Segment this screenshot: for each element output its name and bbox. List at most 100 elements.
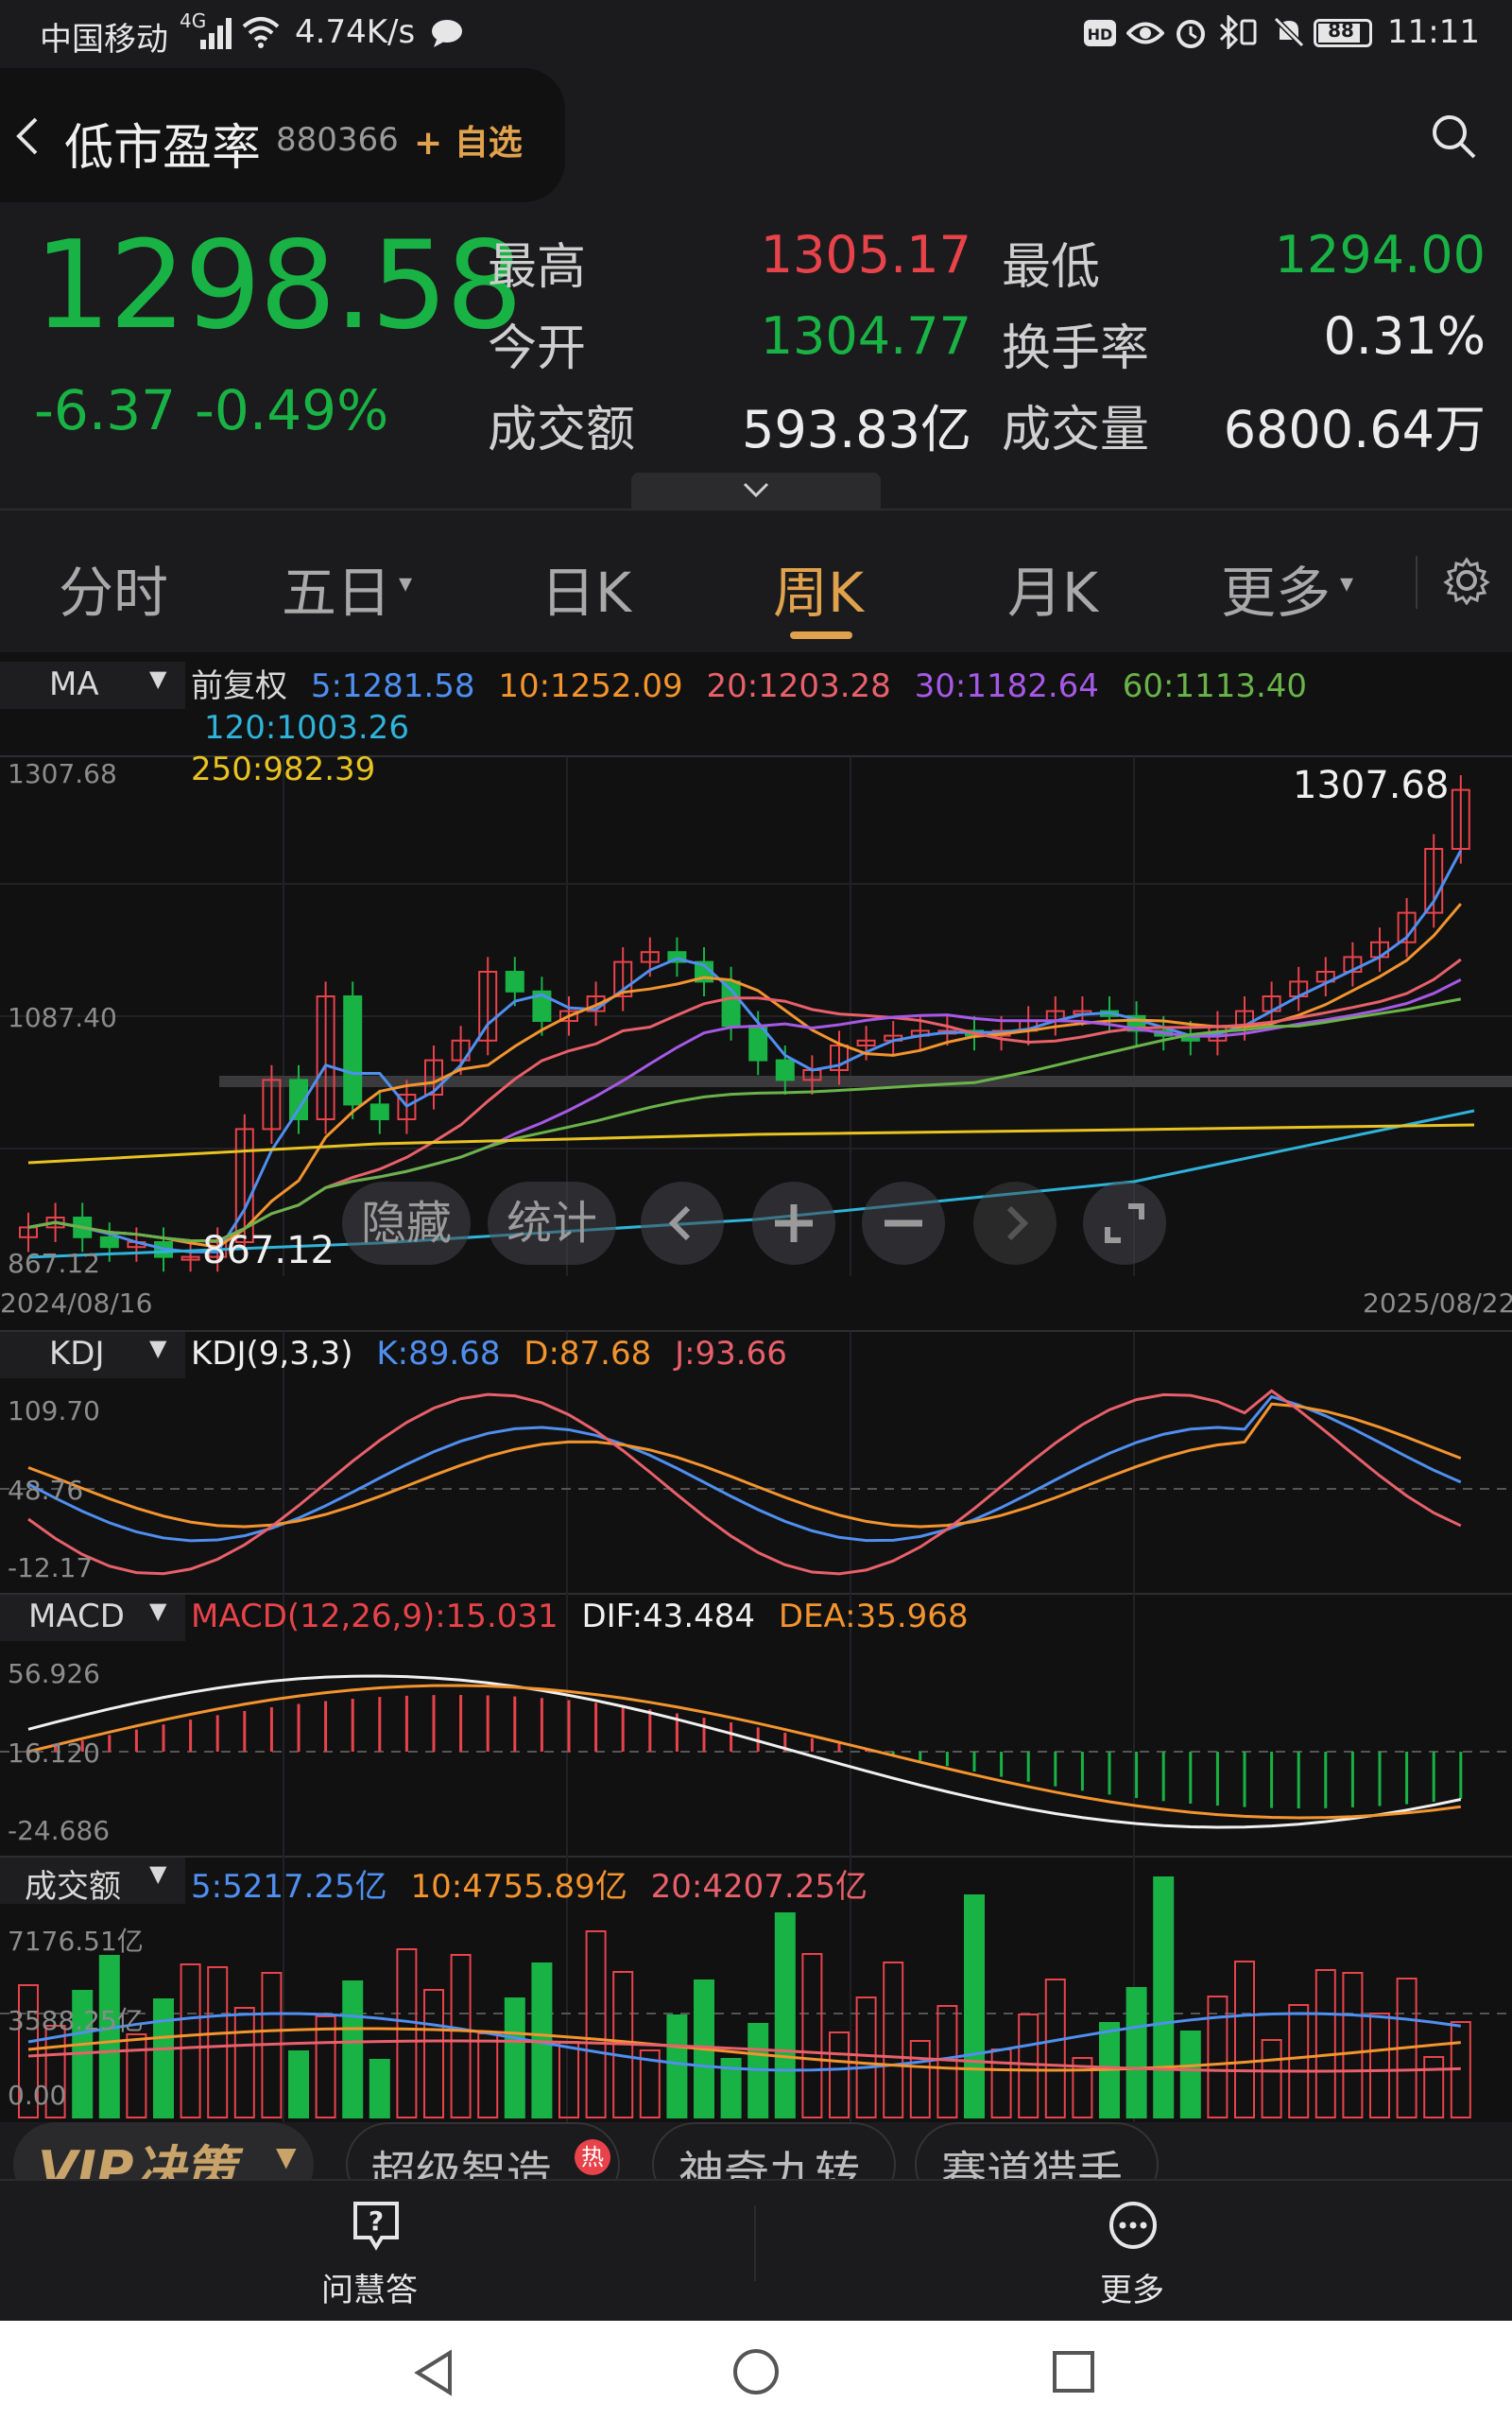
gear-icon[interactable]: [1442, 556, 1491, 605]
kdj-y-top: 109.70: [8, 1395, 100, 1426]
ma-selector-caret: ▼: [149, 666, 167, 692]
divider: [0, 509, 1512, 510]
amount-bar: [504, 1997, 525, 2118]
amount-bar: [233, 2007, 255, 2118]
amount-bar: [801, 1953, 823, 2118]
wifi-icon: [242, 17, 280, 48]
amount-bar: [1125, 1987, 1147, 2118]
fullscreen-button[interactable]: [1083, 1182, 1166, 1265]
expand-quote-button[interactable]: [631, 473, 881, 509]
amount-bar: [477, 2032, 499, 2118]
vip-decision-button[interactable]: VIP决策 ▼: [13, 2122, 314, 2179]
amount-bar: [1342, 1972, 1364, 2118]
macd-dea: DEA:35.968: [778, 1598, 969, 1635]
amount-bar: [126, 2033, 147, 2118]
bottom-divider: [754, 2205, 756, 2281]
promo-bar: VIP决策 ▼ 超级智造 热 神奇九转 赛道猎手: [0, 2122, 1512, 2179]
nav-home-icon[interactable]: [731, 2347, 781, 2396]
scroll-left-button[interactable]: [641, 1182, 724, 1265]
turnover-rate-value: 0.31%: [1323, 306, 1486, 366]
tab-month-k[interactable]: 月K: [1007, 548, 1098, 628]
vip-label: VIP决策: [38, 2140, 236, 2179]
macd-dif: DIF:43.484: [581, 1598, 756, 1635]
ma-selector[interactable]: MA: [49, 666, 99, 703]
bottom-action-bar: ? 问慧答 更多: [0, 2179, 1512, 2321]
kdj-y-mid: 48.76: [8, 1475, 84, 1506]
amount-bar: [774, 1912, 796, 2118]
amount-selector[interactable]: 成交额: [25, 1860, 121, 1907]
amount-bar: [423, 1989, 444, 2118]
promo-magic-nine[interactable]: 神奇九转: [652, 2122, 896, 2179]
kdj-y-bottom: -12.17: [8, 1552, 94, 1583]
kdj-legend: KDJ(9,3,3) K:89.68 D:87.68 J:93.66: [191, 1335, 787, 1373]
amount-ma10: 10:4755.89亿: [410, 1868, 627, 1906]
low-label: 最低: [1002, 239, 1101, 296]
macd-y-mid: 16.120: [8, 1737, 100, 1769]
adjust-mode[interactable]: 前复权: [191, 667, 287, 705]
main-y-bottom: 867.12: [8, 1248, 100, 1279]
zoom-out-button[interactable]: [862, 1182, 945, 1265]
chevron-down-icon: [743, 482, 769, 498]
amount-bar: [558, 2041, 579, 2118]
ma20-value: 20:1203.28: [706, 667, 891, 705]
minus-icon: [885, 1219, 922, 1227]
chart-area: MA ▼ 前复权 5:1281.58 10:1252.09 20:1203.28…: [0, 652, 1512, 2122]
scroll-right-button[interactable]: [973, 1182, 1057, 1265]
amount-bar: [829, 2031, 850, 2118]
chevron-right-icon: [1006, 1205, 1029, 1241]
net-speed: 4.74K/s: [295, 13, 416, 51]
index-code: 880366: [276, 121, 399, 159]
ma30-value: 30:1182.64: [914, 667, 1099, 705]
hide-button[interactable]: 隐藏: [342, 1182, 471, 1265]
tab-week-k[interactable]: 周K: [773, 548, 864, 628]
nav-recents-icon[interactable]: [1051, 2349, 1096, 2394]
min-price-label: 867.12: [202, 1229, 335, 1272]
macd-legend: MACD(12,26,9):15.031 DIF:43.484 DEA:35.9…: [191, 1598, 969, 1635]
tab-more[interactable]: 更多: [1221, 548, 1331, 628]
amount-y-top: 7176.51亿: [8, 1926, 144, 1957]
back-icon[interactable]: [13, 115, 42, 157]
volume-label: 成交量: [1002, 402, 1150, 458]
open-label: 今开: [488, 320, 587, 377]
amount-bar: [1234, 1961, 1255, 2118]
message-icon: [432, 20, 462, 47]
index-name: 低市盈率: [64, 120, 262, 177]
open-value: 1304.77: [760, 306, 971, 366]
nav-back-icon[interactable]: [412, 2349, 455, 2396]
price-change: -6.37: [34, 378, 177, 442]
svg-text:HD: HD: [1088, 26, 1113, 43]
plus-icon: [775, 1204, 813, 1242]
promo-track-hunter[interactable]: 赛道猎手: [915, 2122, 1159, 2179]
hot-badge: 热: [575, 2139, 610, 2175]
add-watchlist-button[interactable]: + 自选: [414, 115, 523, 164]
tab-minute[interactable]: 分时: [59, 548, 168, 628]
ma60-value: 60:1113.40: [1122, 667, 1308, 705]
alarm-icon: [1177, 20, 1205, 48]
amount-bar: [1044, 1979, 1066, 2118]
more-button[interactable]: 更多: [1040, 2190, 1228, 2313]
stats-button[interactable]: 统计: [488, 1182, 616, 1265]
clock: 11:11: [1387, 13, 1480, 51]
tab-five-day[interactable]: 五日: [282, 548, 391, 628]
mute-bell-icon: [1273, 16, 1305, 48]
amount-bar: [1207, 1996, 1228, 2118]
promo-magic-nine-label: 神奇九转: [679, 2147, 861, 2179]
kdj-k-line: [27, 1394, 1462, 1543]
search-icon[interactable]: [1429, 112, 1478, 161]
chevron-left-icon: [668, 1205, 691, 1241]
promo-super-manufacturing[interactable]: 超级智造 热: [346, 2122, 620, 2179]
amount-bar: [883, 1962, 904, 2118]
kdj-selector[interactable]: KDJ: [49, 1335, 105, 1373]
date-end: 2025/08/22: [1363, 1288, 1512, 1319]
zoom-in-button[interactable]: [752, 1182, 835, 1265]
active-tab-indicator: [790, 631, 852, 639]
candle: [99, 1236, 119, 1249]
kdj-params: KDJ(9,3,3): [191, 1335, 353, 1373]
amount-y-bottom: 0.00: [8, 2080, 67, 2111]
tab-day-k[interactable]: 日K: [541, 548, 631, 628]
macd-selector[interactable]: MACD: [28, 1598, 125, 1635]
amount-bar: [342, 1980, 364, 2118]
macd-y-bottom: -24.686: [8, 1815, 111, 1846]
system-nav-bar: [0, 2321, 1512, 2420]
ask-button[interactable]: ? 问慧答: [284, 2190, 472, 2313]
